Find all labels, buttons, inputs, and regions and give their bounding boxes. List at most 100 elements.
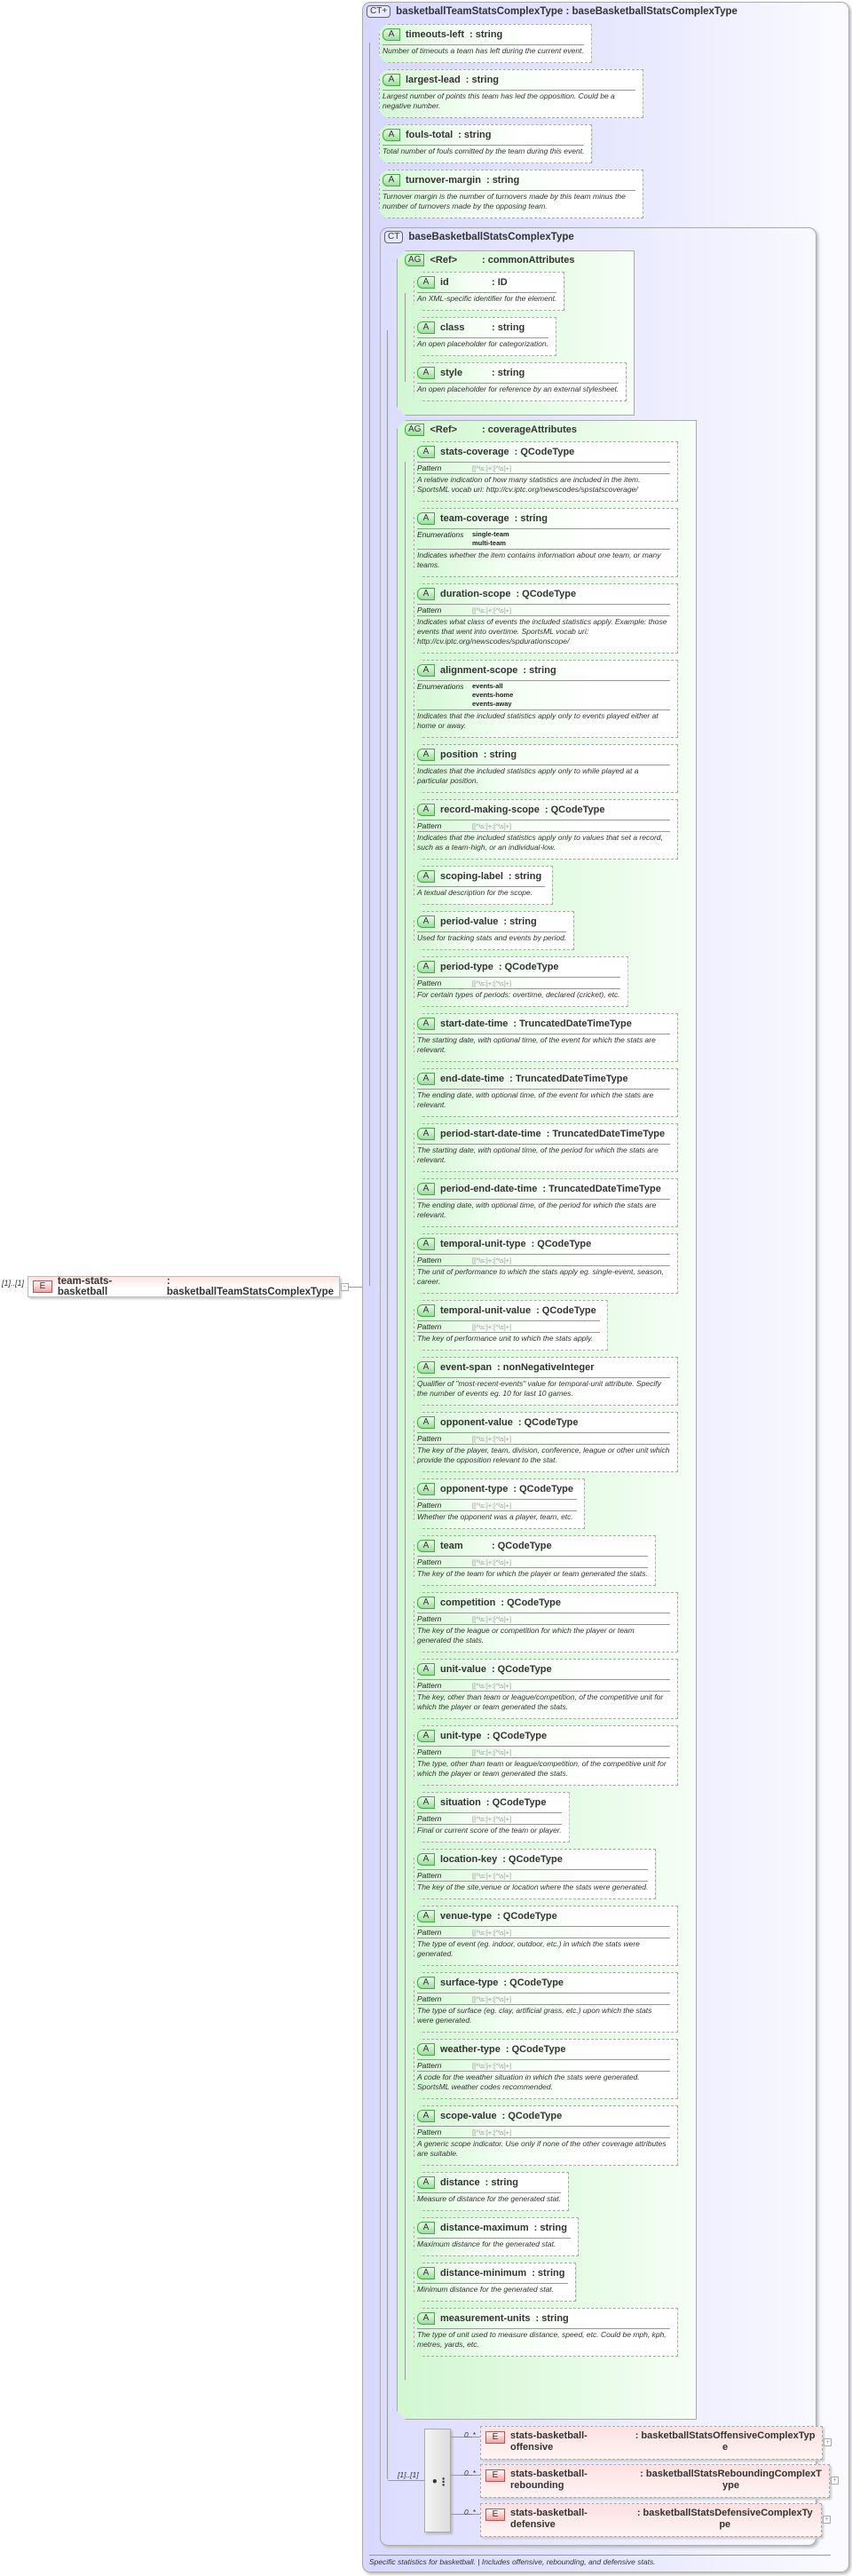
expand-icon[interactable]: + [831, 2477, 839, 2485]
attribute-measurement-units[interactable]: Ameasurement-units: string The type of un… [414, 2308, 678, 2357]
sequence-compositor[interactable]: •⋮ [424, 2429, 451, 2532]
attribute-event-span[interactable]: Aevent-span: nonNegativeInteger Qualifier… [414, 1357, 678, 1406]
attribute-icon: A [417, 2312, 435, 2325]
attribute-turnover-margin[interactable]: Aturnover-margin: string Turnover margin … [379, 170, 643, 218]
attribute-duration-scope[interactable]: Aduration-scope: QCodeType Pattern [[^\s:]… [414, 583, 678, 654]
expand-icon[interactable]: + [823, 2516, 831, 2524]
attribute-icon: A [417, 2222, 435, 2234]
attribute-icon: A [417, 1238, 435, 1250]
attribute-name: unit-value [440, 1664, 486, 1675]
element-stats-basketball-defensive[interactable]: Estats-basketball-defensive: basketballS… [480, 2503, 822, 2537]
attribute-team[interactable]: Ateam: QCodeType Pattern [[^\s:]+:[^\s]+] T… [414, 1535, 656, 1586]
attribute-venue-type[interactable]: Avenue-type: QCodeType Pattern [[^\s:]+:[^… [414, 1906, 678, 1966]
attribute-id[interactable]: Aid: ID An XML-specific identifier for th… [414, 272, 564, 311]
attribute-timeouts-left[interactable]: Atimeouts-left: string Number of timeouts… [379, 24, 592, 63]
attribute-alignment-scope[interactable]: Aalignment-scope: string Enumerations even… [414, 660, 678, 738]
attribute-header: Atimeouts-left: string [383, 25, 584, 45]
attribute-period-value[interactable]: Aperiod-value: string Used for tracking s… [414, 911, 574, 950]
attribute-location-key[interactable]: Alocation-key: QCodeType Pattern [[^\s:]+:… [414, 1849, 656, 1899]
attribute-icon: A [417, 276, 435, 289]
attribute-description: An open placeholder for categorization. [417, 339, 548, 348]
attribute-icon: A [383, 174, 400, 186]
root-element-team-stats-basketball[interactable]: E team-stats-basketball : basketballTeam… [28, 1276, 340, 1297]
attribute-start-date-time[interactable]: Astart-date-time: TruncatedDateTimeType T… [414, 1013, 678, 1062]
sequence-cardinality: [1]..[1] [398, 2470, 419, 2479]
attribute-type: : QCodeType [501, 1597, 561, 1608]
attribute-type: : string [523, 665, 556, 676]
attribute-type: : QCodeType [513, 1484, 574, 1494]
attribute-type: : QCodeType [531, 1239, 592, 1249]
attribute-description: The starting date, with optional time, o… [417, 1145, 659, 1164]
attribute-largest-lead[interactable]: Alargest-lead: string Largest number of p… [379, 69, 643, 118]
attribute-description: Indicates that the included statistics a… [417, 833, 663, 852]
attribute-name: id [440, 277, 449, 288]
attribute-record-making-scope[interactable]: Arecord-making-scope: QCodeType Pattern [[… [414, 799, 678, 860]
attribute-fouls-total[interactable]: Afouls-total: string Total number of foul… [379, 124, 592, 163]
attribute-name: surface-type [440, 1978, 499, 1988]
attribute-class[interactable]: Aclass: string An open placeholder for ca… [414, 317, 556, 356]
attribute-type: : QCodeType [498, 962, 559, 972]
attribute-team-coverage[interactable]: Ateam-coverage: string Enumerations single… [414, 508, 678, 577]
attribute-name: venue-type [440, 1911, 493, 1922]
divider [369, 2555, 831, 2556]
attribute-header: Ateam-coverage: string [417, 509, 670, 529]
root-cardinality: [1]..[1] [2, 1279, 25, 1288]
attribute-type: : string [458, 130, 492, 140]
attribute-header: Acompetition: QCodeType [417, 1593, 670, 1613]
attribute-period-end-date-time[interactable]: Aperiod-end-date-time: TruncatedDateTime… [414, 1178, 678, 1227]
attribute-style[interactable]: Astyle: string An open placeholder for re… [414, 362, 627, 401]
attribute-distance-maximum[interactable]: Adistance-maximum: string Maximum distanc… [414, 2217, 579, 2256]
attribute-description: The type, other than team or league/comp… [417, 1759, 667, 1778]
pattern-value: [[^\s:]+:[^\s]+] [472, 1872, 512, 1880]
attribute-opponent-value[interactable]: Aopponent-value: QCodeType Pattern [[^\s:]… [414, 1412, 678, 1472]
attribute-competition[interactable]: Acompetition: QCodeType Pattern [[^\s:]+:[… [414, 1592, 678, 1653]
attribute-unit-value[interactable]: Aunit-value: QCodeType Pattern [[^\s:]+:[^… [414, 1659, 678, 1719]
pattern-value: [[^\s:]+:[^\s]+] [472, 1995, 512, 2003]
pattern-label: Pattern [417, 2061, 442, 2070]
attribute-surface-type[interactable]: Asurface-type: QCodeType Pattern [[^\s:]+:… [414, 1972, 678, 2033]
expand-icon[interactable]: + [824, 2438, 832, 2446]
attribute-name: class [440, 322, 465, 333]
pattern-row: Pattern [[^\s:]+:[^\s]+] [417, 1500, 577, 1511]
attribute-name: distance-minimum [440, 2268, 527, 2279]
pattern-value: [[^\s:]+:[^\s]+] [472, 1256, 512, 1264]
attribute-unit-type[interactable]: Aunit-type: QCodeType Pattern [[^\s:]+:[^\… [414, 1725, 678, 1786]
element-stats-basketball-offensive[interactable]: Estats-basketball-offensive: basketballS… [480, 2426, 823, 2460]
attribute-header: Arecord-making-scope: QCodeType [417, 800, 670, 820]
outer-type-header: CT+ basketballTeamStatsComplexType : bas… [367, 5, 738, 18]
attribute-type: : QCodeType [544, 805, 605, 815]
enumeration-values: single-team multi-team [472, 530, 509, 548]
pattern-row: Pattern [[^\s:]+:[^\s]+] [417, 1747, 670, 1758]
attribute-scope-value[interactable]: Ascope-value: QCodeType Pattern [[^\s:]+:[… [414, 2105, 678, 2166]
attribute-description: The type of surface (eg. clay, artificia… [417, 2006, 652, 2025]
element-label: stats-basketball-offensive: basketballSt… [510, 2430, 816, 2459]
attribute-opponent-type[interactable]: Aopponent-type: QCodeType Pattern [[^\s:]+… [414, 1478, 585, 1529]
attribute-distance[interactable]: Adistance: string Measure of distance for… [414, 2172, 569, 2211]
attribute-icon: A [417, 512, 435, 525]
attribute-position[interactable]: Aposition: string Indicates that the incl… [414, 744, 678, 793]
attribute-icon: A [417, 1128, 435, 1140]
attribute-distance-minimum[interactable]: Adistance-minimum: string Minimum distanc… [414, 2263, 576, 2302]
attribute-temporal-unit-value[interactable]: Atemporal-unit-value: QCodeType Pattern [[… [414, 1300, 608, 1351]
attribute-end-date-time[interactable]: Aend-date-time: TruncatedDateTimeType The… [414, 1068, 678, 1117]
attribute-description: The key of the site,venue or location wh… [417, 1882, 649, 1891]
attribute-name: period-start-date-time [440, 1129, 541, 1139]
attribute-situation[interactable]: Asituation: QCodeType Pattern [[^\s:]+:[^\… [414, 1792, 570, 1843]
coverage-attribute-list: Astats-coverage: QCodeType Pattern [[^\s:]… [414, 441, 678, 2363]
attribute-period-start-date-time[interactable]: Aperiod-start-date-time: TruncatedDateTi… [414, 1123, 678, 1172]
attribute-description: Qualifier of "most-recent-events" value … [417, 1379, 661, 1398]
pattern-label: Pattern [417, 2128, 442, 2136]
inner-type-title: baseBasketballStatsComplexType [408, 232, 574, 242]
attribute-icon: A [417, 321, 435, 334]
attribute-weather-type[interactable]: Aweather-type: QCodeType Pattern [[^\s:]+:… [414, 2039, 678, 2099]
attribute-header: Adistance-maximum: string [417, 2218, 571, 2239]
element-stats-basketball-rebounding[interactable]: Estats-basketball-rebounding: basketball… [480, 2464, 830, 2498]
attribute-group-icon: AG [405, 254, 424, 266]
pattern-label: Pattern [417, 1994, 442, 2003]
attribute-header: Ameasurement-units: string [417, 2309, 670, 2329]
attribute-type: : string [469, 29, 503, 40]
attribute-scoping-label[interactable]: Ascoping-label: string A textual descript… [414, 866, 553, 905]
attribute-period-type[interactable]: Aperiod-type: QCodeType Pattern [[^\s:]+:[… [414, 956, 628, 1007]
attribute-temporal-unit-type[interactable]: Atemporal-unit-type: QCodeType Pattern [[^… [414, 1233, 678, 1294]
attribute-stats-coverage[interactable]: Astats-coverage: QCodeType Pattern [[^\s:]… [414, 441, 678, 502]
